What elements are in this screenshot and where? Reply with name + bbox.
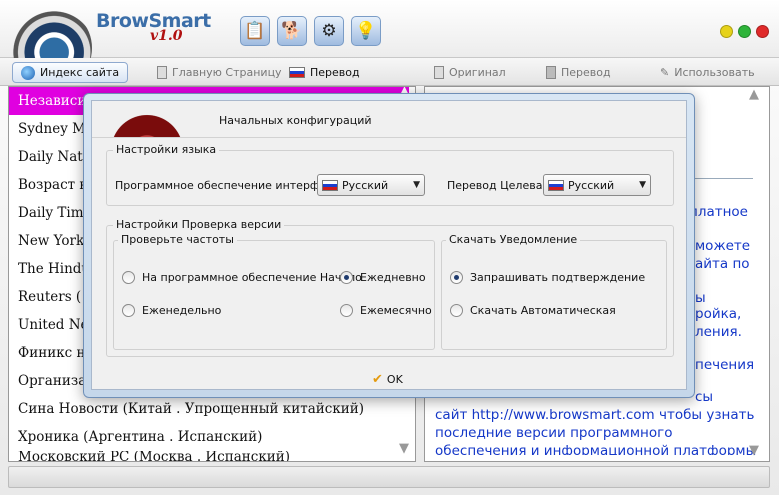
content-line: сайт http://www.browsmart.com чтобы узна…: [435, 407, 755, 423]
toolbar: Индекс сайта Главную Страницу Перевод Ор…: [0, 58, 779, 86]
content-line: обеспечения и информационной платформы: [435, 443, 757, 455]
freq-daily-radio[interactable]: Ежедневно: [340, 271, 426, 284]
dialog-body: Начальных конфигураций Настройки языка П…: [91, 100, 687, 390]
tips-button[interactable]: 💡: [351, 16, 381, 46]
freq-daily-label: Ежедневно: [360, 271, 426, 284]
interface-language-label: Программное обеспечение интерфейса: [115, 179, 347, 192]
site-index-button[interactable]: Индекс сайта: [12, 62, 129, 83]
radio-circle: [340, 304, 353, 317]
download-notify-group-legend: Скачать Уведомление: [446, 233, 581, 246]
freq-on-startup-label: На программное обеспечение Начало: [142, 271, 362, 284]
ask-confirmation-radio[interactable]: Запрашивать подтверждение: [450, 271, 645, 284]
freq-monthly-radio[interactable]: Ежемесячно: [340, 304, 432, 317]
download-notify-group: Скачать Уведомление Запрашивать подтверж…: [441, 233, 667, 350]
dog-icon: 🐕: [281, 21, 303, 41]
globe-icon: [21, 65, 35, 80]
content-snippet: печения: [695, 357, 755, 373]
title-bar: BrowSmart v1.0 📋 🐕 ⚙ 💡: [0, 0, 779, 90]
russian-flag-icon: [322, 179, 338, 191]
radio-circle: [450, 304, 463, 317]
lightbulb-icon: 💡: [355, 21, 377, 41]
use-button[interactable]: ✎ Использовать: [656, 62, 759, 83]
scroll-down-arrow-icon[interactable]: ▼: [399, 441, 409, 456]
frequency-group: Проверьте частоты На программное обеспеч…: [113, 233, 435, 350]
notepad-icon: 📋: [244, 21, 266, 41]
content-snippet: сы: [695, 389, 714, 405]
app-logo-version: v1.0: [150, 28, 183, 44]
list-item[interactable]: Хроника (Аргентина . Испанский): [9, 423, 409, 451]
radio-circle-checked: [340, 271, 353, 284]
interface-language-select[interactable]: Русский ▼: [317, 174, 425, 196]
page-icon: [434, 66, 444, 79]
translate-left-label: Перевод: [310, 66, 360, 79]
ok-button[interactable]: ✔ OK: [368, 369, 407, 389]
scroll-down-arrow-icon[interactable]: ▼: [749, 443, 759, 458]
list-item[interactable]: Московский РС (Москва . Испанский): [9, 451, 409, 461]
divider: [92, 137, 686, 138]
settings-button[interactable]: ⚙: [314, 16, 344, 46]
pin-icon: ✎: [660, 66, 670, 79]
target-language-value: Русский: [568, 178, 615, 192]
status-bar: [8, 466, 770, 488]
content-snippet: ления.: [695, 324, 742, 340]
chevron-down-icon: ▼: [413, 180, 420, 190]
interface-language-value: Русский: [342, 178, 389, 192]
site-index-label: Индекс сайта: [40, 66, 120, 79]
download-auto-label: Скачать Автоматическая: [470, 304, 616, 317]
freq-on-startup-radio[interactable]: На программное обеспечение Начало: [122, 271, 362, 284]
notes-button[interactable]: 📋: [240, 16, 270, 46]
radio-circle: [122, 271, 135, 284]
use-label: Использовать: [674, 66, 755, 79]
close-button[interactable]: [756, 25, 769, 38]
download-auto-radio[interactable]: Скачать Автоматическая: [450, 304, 616, 317]
version-check-group-legend: Настройки Проверка версии: [113, 218, 285, 231]
radio-circle-checked: [450, 271, 463, 284]
radio-circle: [122, 304, 135, 317]
minimize-button[interactable]: [720, 25, 733, 38]
translate-right-button[interactable]: Перевод: [542, 62, 615, 83]
config-dialog: Начальных конфигураций Настройки языка П…: [83, 93, 695, 398]
language-group: Настройки языка Программное обеспечение …: [106, 143, 674, 206]
page-icon: [157, 66, 167, 79]
content-line: последние версии программного: [435, 425, 673, 441]
dialog-title: Начальных конфигураций: [219, 114, 372, 127]
content-snippet: айта по: [695, 256, 750, 272]
version-check-group: Настройки Проверка версии Проверьте част…: [106, 218, 674, 357]
content-snippet: платное: [689, 204, 748, 220]
ok-label: OK: [386, 372, 403, 386]
content-snippet: ройка,: [695, 306, 742, 322]
russian-flag-icon: [548, 179, 564, 191]
app-emblem-icon: [107, 107, 187, 137]
freq-weekly-radio[interactable]: Еженедельно: [122, 304, 221, 317]
list-item[interactable]: Сина Новости (Китай . Упрощенный китайск…: [9, 395, 409, 423]
gear-icon: ⚙: [321, 21, 337, 41]
language-group-legend: Настройки языка: [113, 143, 220, 156]
chevron-down-icon: ▼: [639, 180, 646, 190]
original-label: Оригинал: [449, 66, 506, 79]
translate-right-label: Перевод: [561, 66, 611, 79]
content-snippet: можете: [695, 238, 751, 254]
original-button[interactable]: Оригинал: [430, 62, 510, 83]
freq-monthly-label: Ежемесячно: [360, 304, 432, 317]
dog-button[interactable]: 🐕: [277, 16, 307, 46]
content-snippet: ы: [695, 290, 706, 306]
target-language-label: Перевод Целевая: [447, 179, 550, 192]
home-page-button[interactable]: Главную Страницу: [153, 62, 286, 83]
translate-left-button[interactable]: Перевод: [285, 62, 364, 83]
home-page-label: Главную Страницу: [172, 66, 282, 79]
frequency-group-legend: Проверьте частоты: [118, 233, 237, 246]
ask-confirmation-label: Запрашивать подтверждение: [470, 271, 646, 284]
scroll-up-arrow-icon[interactable]: ▲: [749, 87, 759, 102]
checkmark-icon: ✔: [372, 371, 383, 387]
russian-flag-icon: [289, 67, 305, 78]
translation-icon: [546, 66, 556, 79]
freq-weekly-label: Еженедельно: [142, 304, 222, 317]
maximize-button[interactable]: [738, 25, 751, 38]
target-language-select[interactable]: Русский ▼: [543, 174, 651, 196]
